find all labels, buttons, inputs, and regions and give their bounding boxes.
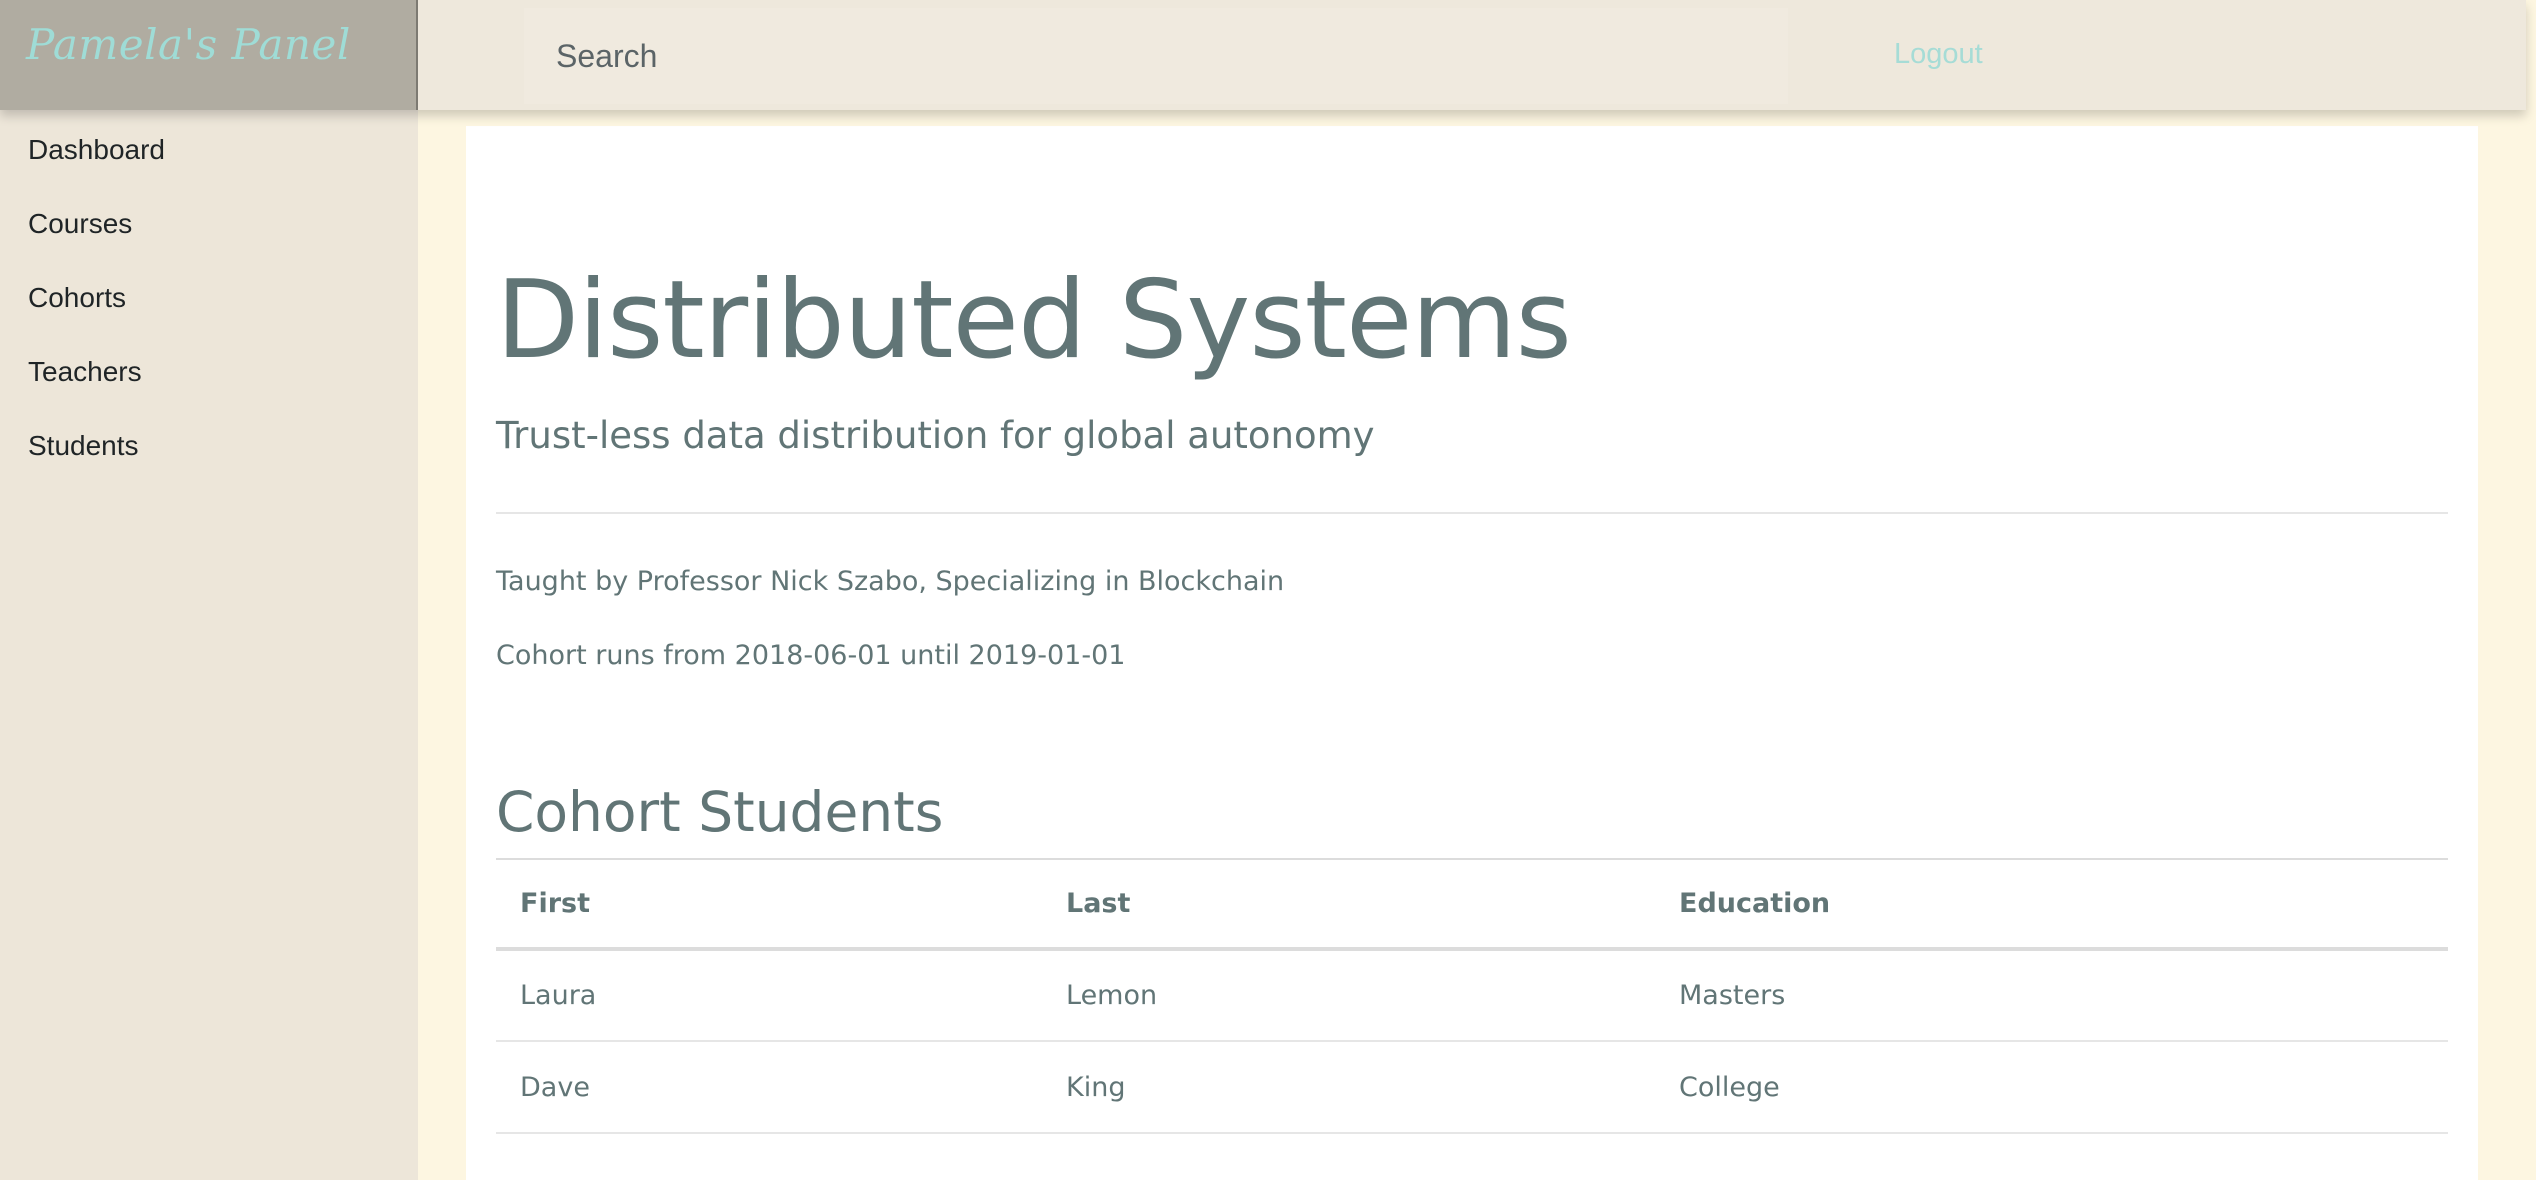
cell-last: Lemon [1066, 980, 1158, 1011]
divider [496, 512, 2448, 514]
logout-link[interactable]: Logout [1894, 32, 1983, 76]
cohort-students-heading: Cohort Students [496, 780, 944, 844]
table-row[interactable]: Dave King College [496, 1041, 2448, 1133]
teacher-info: Taught by Professor Nick Szabo, Speciali… [496, 566, 1285, 597]
students-table: First Last Education Laura Lemon Masters… [496, 858, 2448, 1134]
search-input[interactable] [524, 8, 1788, 104]
table-row[interactable]: Laura Lemon Masters [496, 949, 2448, 1041]
column-header-education: Education [1679, 888, 1831, 919]
page-subtitle: Trust-less data distribution for global … [496, 414, 1375, 457]
cell-first: Dave [520, 1071, 590, 1103]
sidebar-item-students[interactable]: Students [28, 426, 139, 466]
brand-logo[interactable]: Pamela's Panel [0, 0, 418, 110]
cell-last: King [1066, 1071, 1126, 1103]
cell-education: College [1679, 1071, 1780, 1103]
cell-education: Masters [1679, 980, 1786, 1011]
column-header-last: Last [1066, 888, 1131, 919]
sidebar-item-dashboard[interactable]: Dashboard [28, 130, 165, 170]
sidebar-item-courses[interactable]: Courses [28, 204, 132, 244]
cohort-dates: Cohort runs from 2018-06-01 until 2019-0… [496, 640, 1126, 671]
main-content-card: Distributed Systems Trust-less data dist… [466, 126, 2478, 1180]
sidebar: Dashboard Courses Cohorts Teachers Stude… [0, 110, 418, 1180]
page-title: Distributed Systems [496, 258, 1572, 383]
top-navbar: Pamela's Panel Logout [0, 0, 2526, 110]
table-header-row: First Last Education [496, 859, 2448, 949]
sidebar-item-teachers[interactable]: Teachers [28, 352, 142, 392]
sidebar-item-cohorts[interactable]: Cohorts [28, 278, 126, 318]
cell-first: Laura [520, 980, 597, 1011]
column-header-first: First [520, 888, 590, 919]
